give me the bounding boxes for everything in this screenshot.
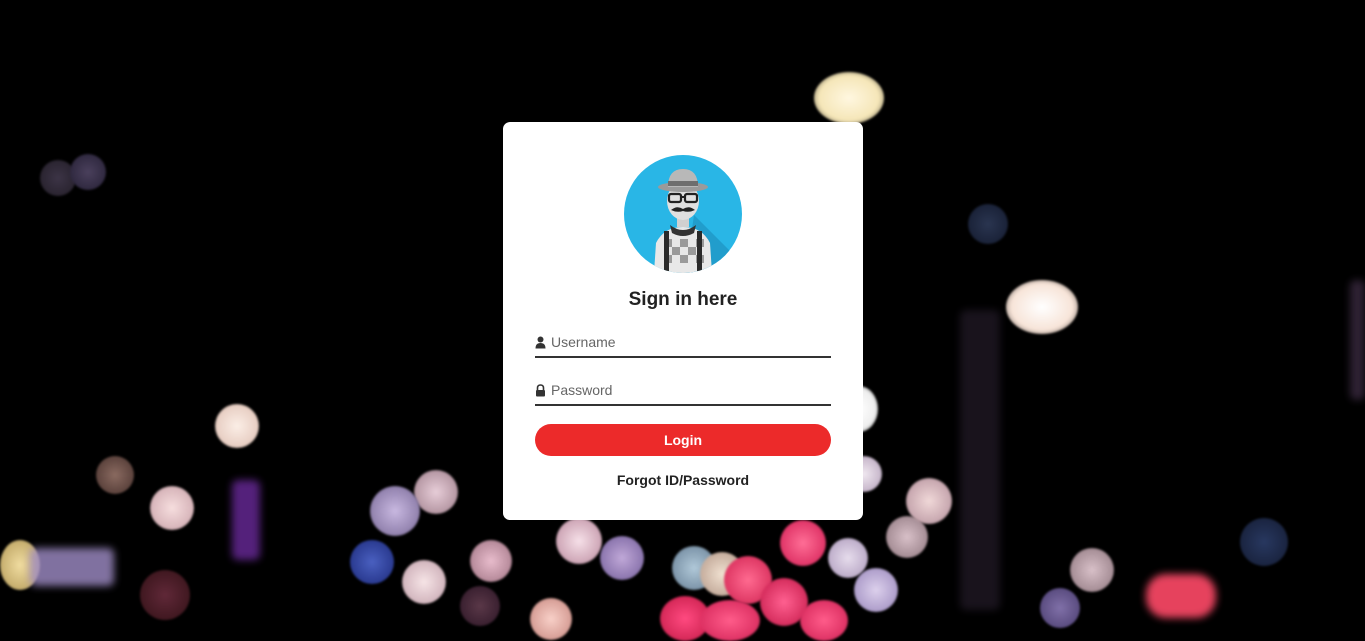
login-card: Sign in here Login Forgot ID/Password bbox=[503, 122, 863, 520]
password-input[interactable] bbox=[551, 378, 829, 402]
forgot-password-link[interactable]: Forgot ID/Password bbox=[503, 472, 863, 488]
password-field bbox=[535, 378, 831, 406]
lock-icon bbox=[535, 384, 546, 397]
user-icon bbox=[535, 336, 546, 349]
hipster-avatar-icon bbox=[624, 155, 742, 273]
login-button[interactable]: Login bbox=[535, 424, 831, 456]
username-field bbox=[535, 330, 831, 358]
page-title: Sign in here bbox=[628, 289, 738, 310]
username-input[interactable] bbox=[551, 330, 829, 354]
